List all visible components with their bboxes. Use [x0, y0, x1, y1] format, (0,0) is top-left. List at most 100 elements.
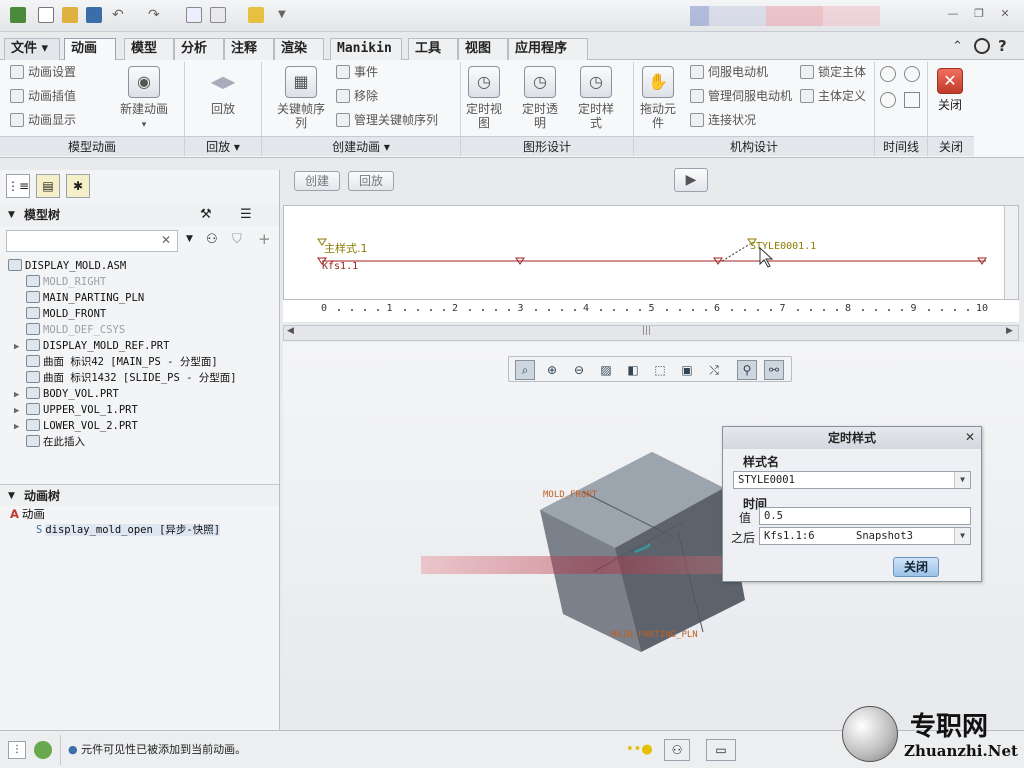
timed-style-button[interactable]: ◷ 定时样式	[576, 66, 616, 130]
tree-item[interactable]: MOLD_RIGHT	[14, 274, 106, 290]
remove-button[interactable]: 移除	[334, 86, 378, 106]
spin-center-icon[interactable]: ⚲	[737, 360, 757, 380]
servo-motor-button[interactable]: 伺服电动机	[688, 62, 768, 82]
repaint-icon[interactable]: ▨	[596, 360, 616, 380]
new-icon[interactable]	[38, 7, 54, 23]
selection-filter-icon[interactable]: ▭	[706, 739, 736, 761]
close-icon[interactable]: ✕	[998, 8, 1012, 20]
expand-icon[interactable]: ▶	[14, 339, 26, 355]
time-search-icon[interactable]	[880, 92, 896, 108]
customize-icon[interactable]: ▼	[278, 7, 294, 23]
undo-icon[interactable]: ↶	[112, 7, 128, 23]
binoculars-icon[interactable]: ⚇	[206, 232, 218, 247]
display-style-icon[interactable]: ◧	[623, 360, 643, 380]
tree-search-input[interactable]: ✕	[6, 230, 178, 252]
tree-item[interactable]: ▶ DISPLAY_MOLD_REF.PRT	[14, 338, 169, 354]
zoom-in-icon[interactable]: ⊕	[542, 360, 562, 380]
tree-settings-icon[interactable]: ☰	[240, 204, 252, 226]
animation-display-button[interactable]: 动画显示	[8, 110, 76, 130]
save-icon[interactable]	[86, 7, 102, 23]
refit-icon[interactable]: ⌕	[515, 360, 535, 380]
find-icon[interactable]: ⚇	[664, 739, 690, 761]
dialog-close-button[interactable]: 关闭	[893, 557, 939, 577]
value-input[interactable]: 0.5	[759, 507, 971, 525]
tab-manikin[interactable]: Manikin	[330, 38, 402, 60]
model-tree-header[interactable]: ▼ 模型树 ⚒ ☰	[0, 204, 279, 226]
playback-button[interactable]: ◀▶ 回放	[198, 66, 248, 117]
search-dropdown-icon[interactable]: ▼	[186, 234, 193, 244]
animation-item[interactable]: Sdisplay_mold_open [异步-快照]	[36, 522, 221, 538]
timeline-vscroll[interactable]	[1004, 206, 1018, 299]
body-define-button[interactable]: 主体定义	[798, 86, 866, 106]
folder-tab[interactable]: ▤	[36, 174, 60, 198]
play-button[interactable]: ▶	[674, 168, 708, 192]
collapse-ribbon-icon[interactable]: ⌃	[952, 39, 963, 54]
model-tree-tab[interactable]: ⋮≡	[6, 174, 30, 198]
restore-icon[interactable]: ❐	[972, 8, 986, 20]
redo-icon[interactable]: ↷	[148, 7, 164, 23]
help-icon[interactable]: ?	[998, 37, 1007, 55]
filter-icon[interactable]: ⛉	[232, 232, 242, 247]
search-icon[interactable]	[974, 38, 990, 54]
tab-model[interactable]: 模型	[124, 38, 174, 60]
close-animation-button[interactable]: ✕ 关闭	[932, 68, 968, 112]
playback-action-button[interactable]: 回放	[348, 171, 394, 191]
tree-toggle-icon[interactable]: ⋮	[8, 741, 26, 759]
animation-interpolation-button[interactable]: 动画插值	[8, 86, 76, 106]
tree-item[interactable]: MOLD_FRONT	[14, 306, 106, 322]
tree-item[interactable]: MAIN_PARTING_PLN	[14, 290, 144, 306]
scroll-grip-icon[interactable]: |||	[642, 326, 651, 336]
saved-orientations-icon[interactable]: ⬚	[650, 360, 670, 380]
timeline-panel[interactable]: 主样式.1 Kfs1.1 STYLE0001.1	[283, 205, 1019, 300]
tab-render[interactable]: 渲染	[274, 38, 324, 60]
drag-components-button[interactable]: ✋ 拖动元件	[638, 66, 678, 130]
event-button[interactable]: 事件	[334, 62, 378, 82]
close-window-icon[interactable]	[248, 7, 264, 23]
keyframe-sequence-button[interactable]: ▦ 关键帧序列	[276, 66, 326, 130]
tab-applications[interactable]: 应用程序	[508, 38, 588, 60]
connection-status-button[interactable]: 连接状况	[688, 110, 756, 130]
expand-icon[interactable]: ▶	[14, 419, 26, 435]
zoom-out-icon[interactable]: ⊖	[569, 360, 589, 380]
add-icon[interactable]: +	[258, 230, 271, 248]
manage-servo-button[interactable]: 管理伺服电动机	[688, 86, 792, 106]
animation-settings-button[interactable]: 动画设置	[8, 62, 76, 82]
animation-root[interactable]: A 动画	[10, 506, 45, 522]
timed-view-button[interactable]: ◷ 定时视图	[464, 66, 504, 130]
open-icon[interactable]	[62, 7, 78, 23]
favorites-tab[interactable]: ✱	[66, 174, 90, 198]
tab-analysis[interactable]: 分析	[174, 38, 224, 60]
clear-icon[interactable]: ✕	[161, 233, 171, 247]
new-animation-button[interactable]: ◉ 新建动画 ▾	[120, 66, 168, 132]
regenerate-icon[interactable]	[186, 7, 202, 23]
tree-item[interactable]: ▶ LOWER_VOL_2.PRT	[14, 418, 138, 434]
timeline-hscroll[interactable]: ◀ ||| ▶	[283, 325, 1019, 341]
view-manager-icon[interactable]: ▣	[677, 360, 697, 380]
zoom-in-time-icon[interactable]	[880, 66, 896, 82]
expand-icon[interactable]: ▶	[14, 387, 26, 403]
browser-toggle-icon[interactable]	[34, 741, 52, 759]
manage-keyframes-button[interactable]: 管理关键帧序列	[334, 110, 438, 130]
tab-annotate[interactable]: 注释	[224, 38, 274, 60]
create-button[interactable]: 创建	[294, 171, 340, 191]
lock-body-button[interactable]: 锁定主体	[798, 62, 866, 82]
tree-item[interactable]: 在此插入	[14, 434, 85, 450]
scroll-right-icon[interactable]: ▶	[1006, 326, 1013, 336]
time-fit-icon[interactable]	[904, 92, 920, 108]
tree-item[interactable]: ▶ UPPER_VOL_1.PRT	[14, 402, 138, 418]
tools-icon[interactable]: ⚒	[200, 204, 212, 226]
tab-file[interactable]: 文件 ▾	[4, 38, 60, 60]
tab-animation[interactable]: 动画	[64, 38, 116, 61]
tree-item[interactable]: 曲面 标识1432 [SLIDE_PS - 分型面]	[14, 370, 237, 386]
datum-display-icon[interactable]: ⤭	[704, 360, 724, 380]
tab-view[interactable]: 视图	[458, 38, 508, 60]
after-dropdown[interactable]: Kfs1.1:6 Snapshot3 ▼	[759, 527, 971, 545]
tree-item[interactable]: MOLD_DEF_CSYS	[14, 322, 125, 338]
tab-tools[interactable]: 工具	[408, 38, 458, 60]
animation-tree-header[interactable]: ▼ 动画树	[0, 484, 279, 506]
tree-item[interactable]: 曲面 标识42 [MAIN_PS - 分型面]	[14, 354, 218, 370]
dialog-close-icon[interactable]: ✕	[965, 430, 975, 444]
windows-icon[interactable]	[210, 7, 226, 23]
timed-transparency-button[interactable]: ◷ 定时透明	[520, 66, 560, 130]
zoom-out-time-icon[interactable]	[904, 66, 920, 82]
